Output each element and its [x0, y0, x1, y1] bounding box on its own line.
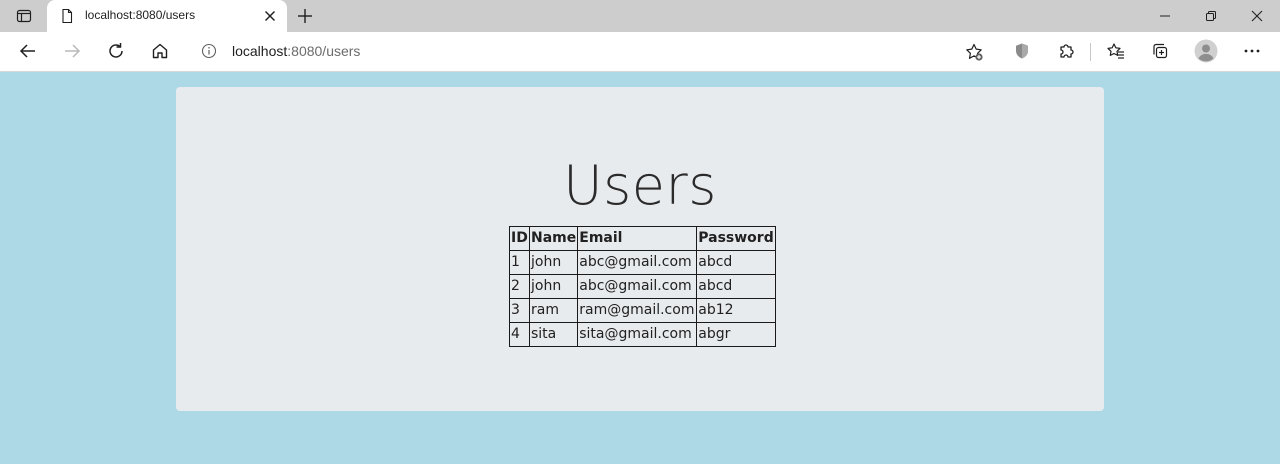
cell-name: sita	[528, 322, 579, 347]
tab-actions-button[interactable]	[8, 4, 40, 28]
favorites-icon	[1107, 43, 1124, 59]
cell-email: abc@gmail.com	[577, 274, 698, 299]
profile-avatar-icon	[1194, 39, 1218, 63]
toolbar-separator	[1090, 43, 1091, 61]
cell-email: ram@gmail.com	[577, 298, 698, 323]
tab-actions-icon	[16, 9, 32, 23]
users-table: ID Name Email Password 1 john abc@gmail.…	[509, 226, 776, 347]
cell-id: 2	[509, 274, 530, 299]
new-tab-icon[interactable]	[295, 6, 315, 26]
info-icon[interactable]	[201, 43, 217, 59]
forward-button[interactable]	[58, 39, 86, 63]
page-icon	[62, 8, 73, 24]
minimize-icon	[1160, 15, 1170, 17]
url-text[interactable]: localhost:8080/users	[232, 43, 360, 59]
cell-password: abgr	[696, 322, 776, 347]
url-host: localhost	[232, 43, 288, 59]
tab-title: localhost:8080/users	[85, 8, 196, 22]
header-password: Password	[696, 226, 776, 251]
back-arrow-icon	[19, 44, 35, 58]
collections-icon	[1153, 43, 1168, 59]
active-tab[interactable]: localhost:8080/users	[47, 0, 287, 32]
table-row: 4 sita sita@gmail.com abgr	[509, 322, 776, 347]
puzzle-icon	[1060, 44, 1074, 58]
refresh-icon	[109, 43, 123, 58]
cell-id: 3	[509, 298, 530, 323]
refresh-button[interactable]	[102, 39, 130, 63]
collections-button[interactable]	[1146, 39, 1174, 63]
cell-email: sita@gmail.com	[577, 322, 698, 347]
settings-menu-button[interactable]	[1238, 39, 1266, 63]
cell-name: ram	[528, 298, 579, 323]
users-card: Users ID Name Email Password 1 john abc@…	[176, 87, 1104, 411]
cell-email: abc@gmail.com	[577, 250, 698, 275]
home-button[interactable]	[146, 39, 174, 63]
header-name: Name	[528, 226, 579, 251]
back-button[interactable]	[14, 39, 42, 63]
forward-arrow-icon	[65, 44, 81, 58]
restore-icon	[1206, 11, 1216, 21]
browser-toolbar: localhost:8080/users	[0, 32, 1280, 72]
table-row: 2 john abc@gmail.com abcd	[509, 274, 776, 299]
address-bar[interactable]: localhost:8080/users	[188, 36, 994, 66]
favorites-button[interactable]	[1102, 39, 1130, 63]
cell-password: ab12	[696, 298, 776, 323]
page-title: Users	[563, 154, 717, 217]
page-viewport: Users ID Name Email Password 1 john abc@…	[0, 72, 1280, 464]
header-email: Email	[577, 226, 698, 251]
cell-name: john	[528, 274, 579, 299]
close-tab-icon[interactable]	[263, 9, 277, 23]
cell-password: abcd	[696, 250, 776, 275]
more-dots-icon	[1244, 49, 1260, 53]
close-window-button[interactable]	[1234, 0, 1280, 32]
header-id: ID	[509, 226, 530, 251]
extensions-button[interactable]	[1053, 39, 1081, 63]
restore-button[interactable]	[1188, 0, 1234, 32]
url-path: :8080/users	[287, 43, 361, 59]
close-icon	[1251, 10, 1263, 22]
tab-strip: localhost:8080/users	[0, 0, 1280, 32]
table-row: 1 john abc@gmail.com abcd	[509, 250, 776, 275]
cell-id: 1	[509, 250, 530, 275]
cell-id: 4	[509, 322, 530, 347]
cell-password: abcd	[696, 274, 776, 299]
home-icon	[152, 43, 168, 59]
profile-button[interactable]	[1192, 39, 1220, 63]
tracking-prevention-button[interactable]	[1008, 39, 1036, 63]
cell-name: john	[528, 250, 579, 275]
minimize-button[interactable]	[1142, 0, 1188, 32]
table-row: 3 ram ram@gmail.com ab12	[509, 298, 776, 323]
add-favorite-icon[interactable]	[964, 42, 984, 62]
shield-icon	[1016, 43, 1028, 59]
table-header-row: ID Name Email Password	[509, 226, 776, 251]
